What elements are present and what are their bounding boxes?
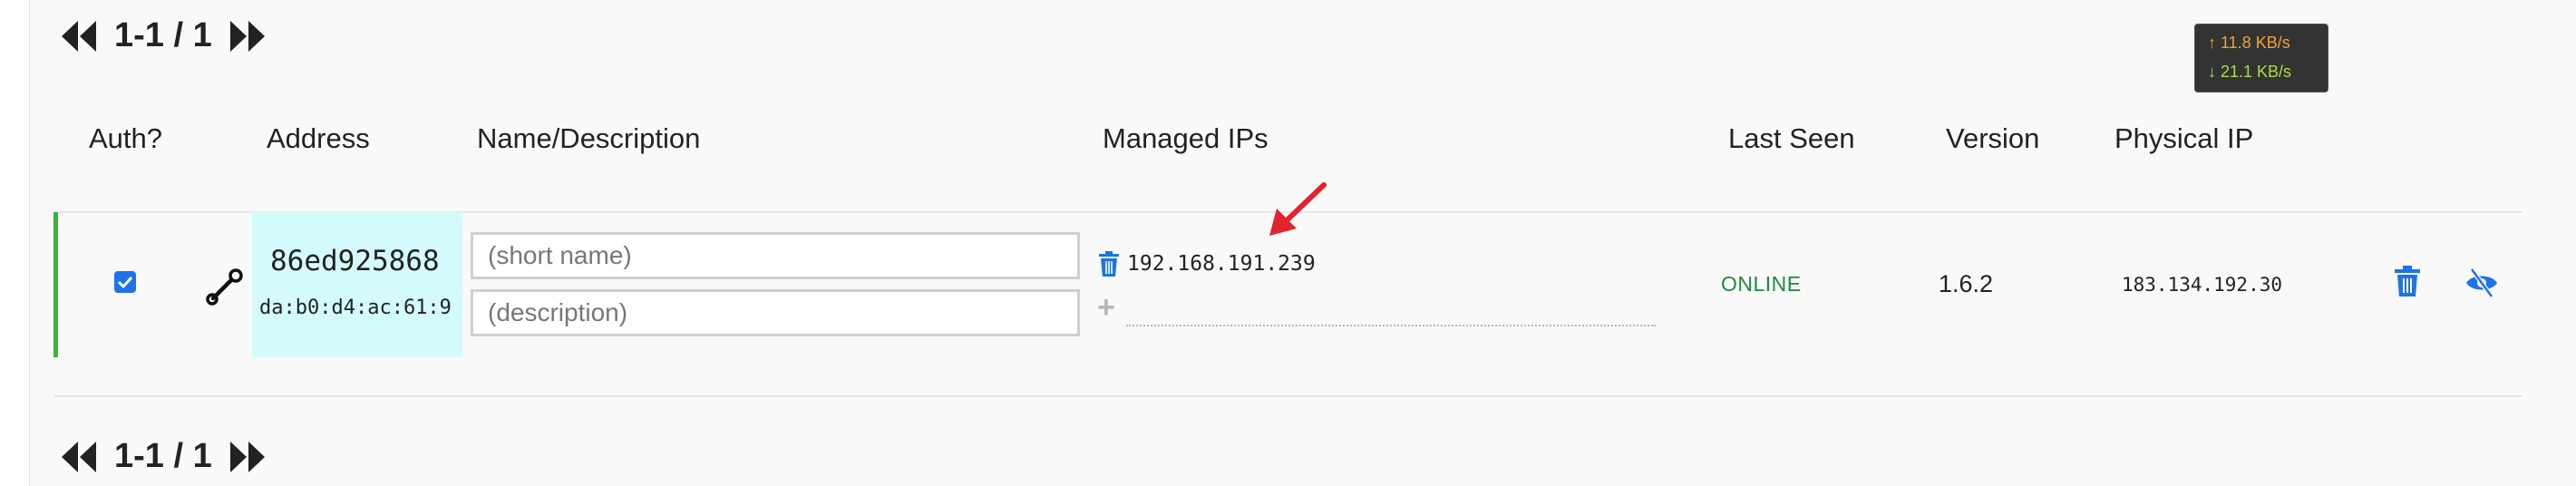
checkbox-checked-icon bbox=[117, 276, 133, 289]
first-page-icon[interactable] bbox=[58, 19, 98, 53]
red-arrow-icon bbox=[1269, 182, 1327, 236]
pagination-label: 1-1 / 1 bbox=[114, 16, 212, 54]
pagination-label: 1-1 / 1 bbox=[114, 437, 212, 475]
header-auth: Auth? bbox=[89, 122, 163, 154]
first-page-icon[interactable] bbox=[58, 440, 98, 474]
header-managed-ips: Managed IPs bbox=[1103, 122, 1269, 154]
add-ip-plus-icon[interactable]: + bbox=[1097, 292, 1115, 323]
description-input[interactable] bbox=[471, 289, 1080, 336]
last-page-icon[interactable] bbox=[228, 19, 268, 53]
member-address-cell: 86ed925868 da:b0:d4:ac:61:9 bbox=[252, 212, 462, 357]
managed-ip-value: 192.168.191.239 bbox=[1127, 252, 1316, 276]
add-ip-input[interactable] bbox=[1126, 290, 1656, 326]
header-name-description: Name/Description bbox=[477, 122, 701, 154]
auth-checkbox[interactable] bbox=[114, 271, 136, 293]
pagination-bottom: 1-1 / 1 bbox=[58, 437, 268, 476]
member-physical-ip: 183.134.192.30 bbox=[2122, 274, 2283, 296]
pagination-top: 1-1 / 1 bbox=[58, 16, 268, 55]
online-row-accent bbox=[53, 212, 58, 357]
header-version: Version bbox=[1946, 122, 2040, 154]
member-status: ONLINE bbox=[1721, 272, 1802, 296]
member-mac-address: da:b0:d4:ac:61:9 bbox=[259, 296, 452, 319]
network-speed-widget: ↑ 11.8 KB/s ↓ 21.1 KB/s bbox=[2194, 24, 2328, 92]
download-speed: ↓ 21.1 KB/s bbox=[2208, 63, 2292, 81]
short-name-input[interactable] bbox=[471, 232, 1080, 279]
row-divider-bottom bbox=[54, 395, 2523, 397]
member-node-id: 86ed925868 bbox=[270, 245, 440, 277]
eye-slash-icon[interactable] bbox=[2464, 267, 2499, 299]
header-last-seen: Last Seen bbox=[1728, 122, 1855, 154]
last-page-icon[interactable] bbox=[228, 440, 268, 474]
delete-member-trash-icon[interactable] bbox=[2394, 265, 2421, 297]
upload-speed: ↑ 11.8 KB/s bbox=[2208, 34, 2290, 52]
member-version: 1.6.2 bbox=[1939, 270, 1994, 297]
remove-ip-trash-icon[interactable] bbox=[1098, 250, 1120, 277]
header-address: Address bbox=[267, 122, 370, 154]
wrench-icon[interactable] bbox=[205, 268, 243, 306]
header-physical-ip: Physical IP bbox=[2114, 122, 2254, 154]
